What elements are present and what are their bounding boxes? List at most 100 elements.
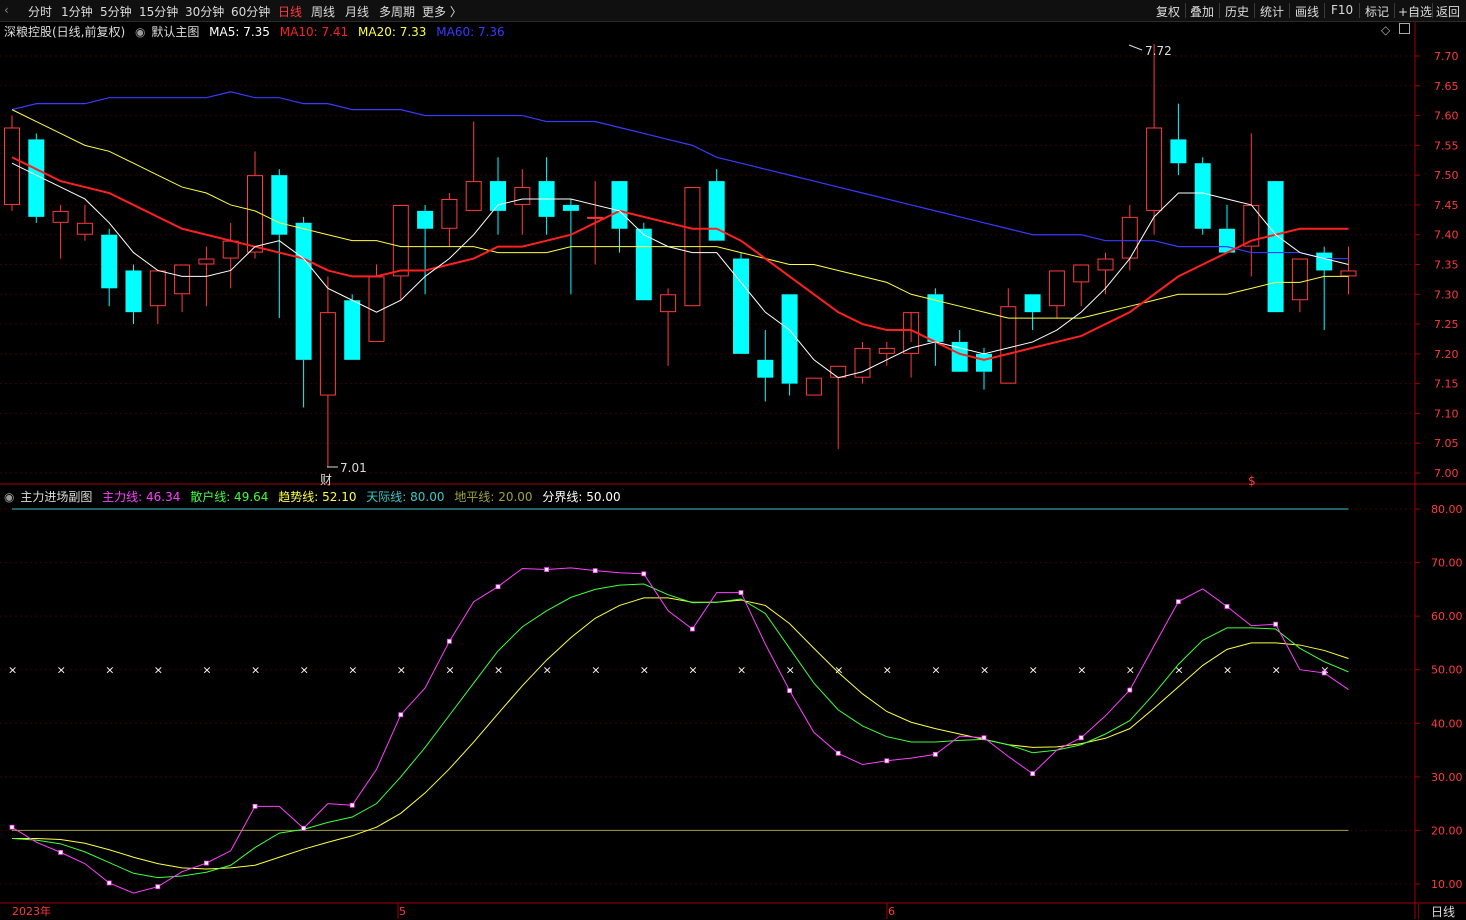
divide-line-marker: × — [1272, 664, 1281, 677]
candle-body-down — [344, 300, 361, 360]
candle-body-up — [805, 377, 822, 396]
candle[interactable] — [781, 294, 798, 396]
candle-body-down — [1170, 139, 1187, 164]
price-tick-label: 7.55 — [1434, 139, 1459, 152]
time-label-may: 5 — [399, 905, 406, 918]
divide-line-marker: × — [786, 664, 795, 677]
divide-line-marker: × — [1029, 664, 1038, 677]
candle[interactable] — [465, 121, 482, 211]
candle[interactable] — [733, 252, 749, 354]
price-tick-label: 7.00 — [1434, 467, 1459, 480]
main-force-marker — [1078, 735, 1084, 741]
candle[interactable] — [52, 204, 69, 259]
candle[interactable] — [149, 270, 166, 325]
candle[interactable] — [660, 288, 677, 366]
price-tick-label: 7.20 — [1434, 348, 1459, 361]
candle[interactable] — [319, 276, 336, 468]
candle[interactable] — [1121, 204, 1138, 271]
main-force-marker — [495, 584, 501, 590]
candle[interactable] — [174, 264, 191, 313]
candles — [4, 44, 1357, 468]
candle-body-down — [757, 359, 774, 378]
divide-line-marker: × — [8, 664, 17, 677]
candle[interactable] — [708, 169, 725, 241]
candle[interactable] — [344, 294, 361, 360]
candle[interactable] — [1170, 103, 1187, 176]
candle-body-down — [1024, 294, 1041, 313]
candle[interactable] — [1024, 294, 1041, 331]
candle[interactable] — [490, 157, 506, 235]
candle-body-up — [1340, 270, 1357, 277]
sub-lines: × × × × × × × × × × × × × × × × × × × × × × × × × × × × — [8, 508, 1349, 894]
main-force-marker — [544, 567, 549, 572]
divide-line-marker: × — [348, 664, 357, 677]
candle[interactable] — [392, 204, 409, 301]
candle[interactable] — [1000, 288, 1017, 384]
ma5-line — [11, 162, 1349, 379]
candle[interactable] — [1291, 258, 1308, 313]
candle[interactable] — [271, 169, 288, 319]
main-force-marker — [398, 712, 404, 718]
main-force-marker — [1176, 599, 1181, 605]
candle[interactable] — [1267, 181, 1284, 313]
candle[interactable] — [830, 365, 847, 450]
candle[interactable] — [1340, 246, 1357, 295]
main-force-marker — [1030, 771, 1035, 777]
divide-line-marker: × — [737, 664, 746, 677]
price-tick-label: 7.70 — [1434, 50, 1459, 63]
price-tick-label: 7.10 — [1434, 407, 1459, 420]
main-force-marker — [301, 825, 307, 831]
candle-body-down — [125, 270, 142, 313]
candle-body-up — [222, 240, 239, 259]
divide-line-marker: × — [300, 664, 309, 677]
main-force-marker — [592, 568, 598, 574]
price-tick-label: 7.45 — [1434, 199, 1459, 212]
high-price-label: 7.72 — [1145, 44, 1172, 58]
candle[interactable] — [1073, 264, 1090, 307]
candle-body-down — [295, 222, 312, 360]
candle[interactable] — [854, 341, 871, 384]
candle-body-down — [976, 353, 992, 372]
candle[interactable] — [805, 377, 822, 396]
indicator-tick-label: 60.00 — [1431, 610, 1463, 623]
main-force-marker — [203, 860, 209, 866]
candle-body-down — [1194, 163, 1211, 229]
candle[interactable] — [514, 169, 531, 235]
candle-body-up — [1121, 216, 1138, 259]
candle-body-up — [52, 210, 69, 223]
sub-grid: 80.00 70.00 60.00 50.00 40.00 30.00 20.00 10.00 — [0, 503, 1463, 891]
finance-badge[interactable]: 财 — [320, 473, 332, 487]
candle[interactable] — [441, 193, 458, 247]
divide-line-marker: × — [1126, 664, 1135, 677]
divide-line-marker: × — [640, 664, 649, 677]
divide-line-marker: × — [543, 664, 552, 677]
candle-body-up — [319, 312, 336, 396]
candle[interactable] — [538, 157, 555, 235]
divide-line-marker: × — [591, 664, 600, 677]
kline-chart[interactable]: 7.70 7.65 7.60 7.55 7.50 7.45 7.40 7.35 7.30 7.25… — [0, 0, 1466, 919]
candle-body-down — [781, 294, 798, 384]
dollar-badge[interactable]: $ — [1248, 474, 1256, 488]
candle[interactable] — [101, 228, 118, 307]
candle-body-up — [441, 198, 458, 229]
candle[interactable] — [757, 330, 774, 402]
period-label: 日线 — [1418, 903, 1466, 919]
indicator-tick-label: 40.00 — [1431, 717, 1463, 730]
candle[interactable] — [903, 312, 920, 378]
main-force-marker — [155, 884, 161, 890]
divide-line-marker: × — [445, 664, 454, 677]
candle[interactable] — [125, 264, 142, 325]
candle[interactable] — [417, 204, 434, 295]
candle-body-down — [490, 181, 506, 211]
candle[interactable] — [1146, 44, 1163, 235]
candle-body-up — [76, 222, 93, 235]
candle[interactable] — [1219, 204, 1235, 253]
candle-body-up — [198, 258, 215, 265]
candle[interactable] — [76, 204, 93, 241]
candle[interactable] — [222, 222, 239, 289]
divide-line-marker: × — [1077, 664, 1086, 677]
main-force-marker — [9, 824, 15, 830]
candle[interactable] — [295, 216, 312, 408]
candle-body-up — [587, 216, 604, 219]
candle[interactable] — [1194, 157, 1211, 235]
